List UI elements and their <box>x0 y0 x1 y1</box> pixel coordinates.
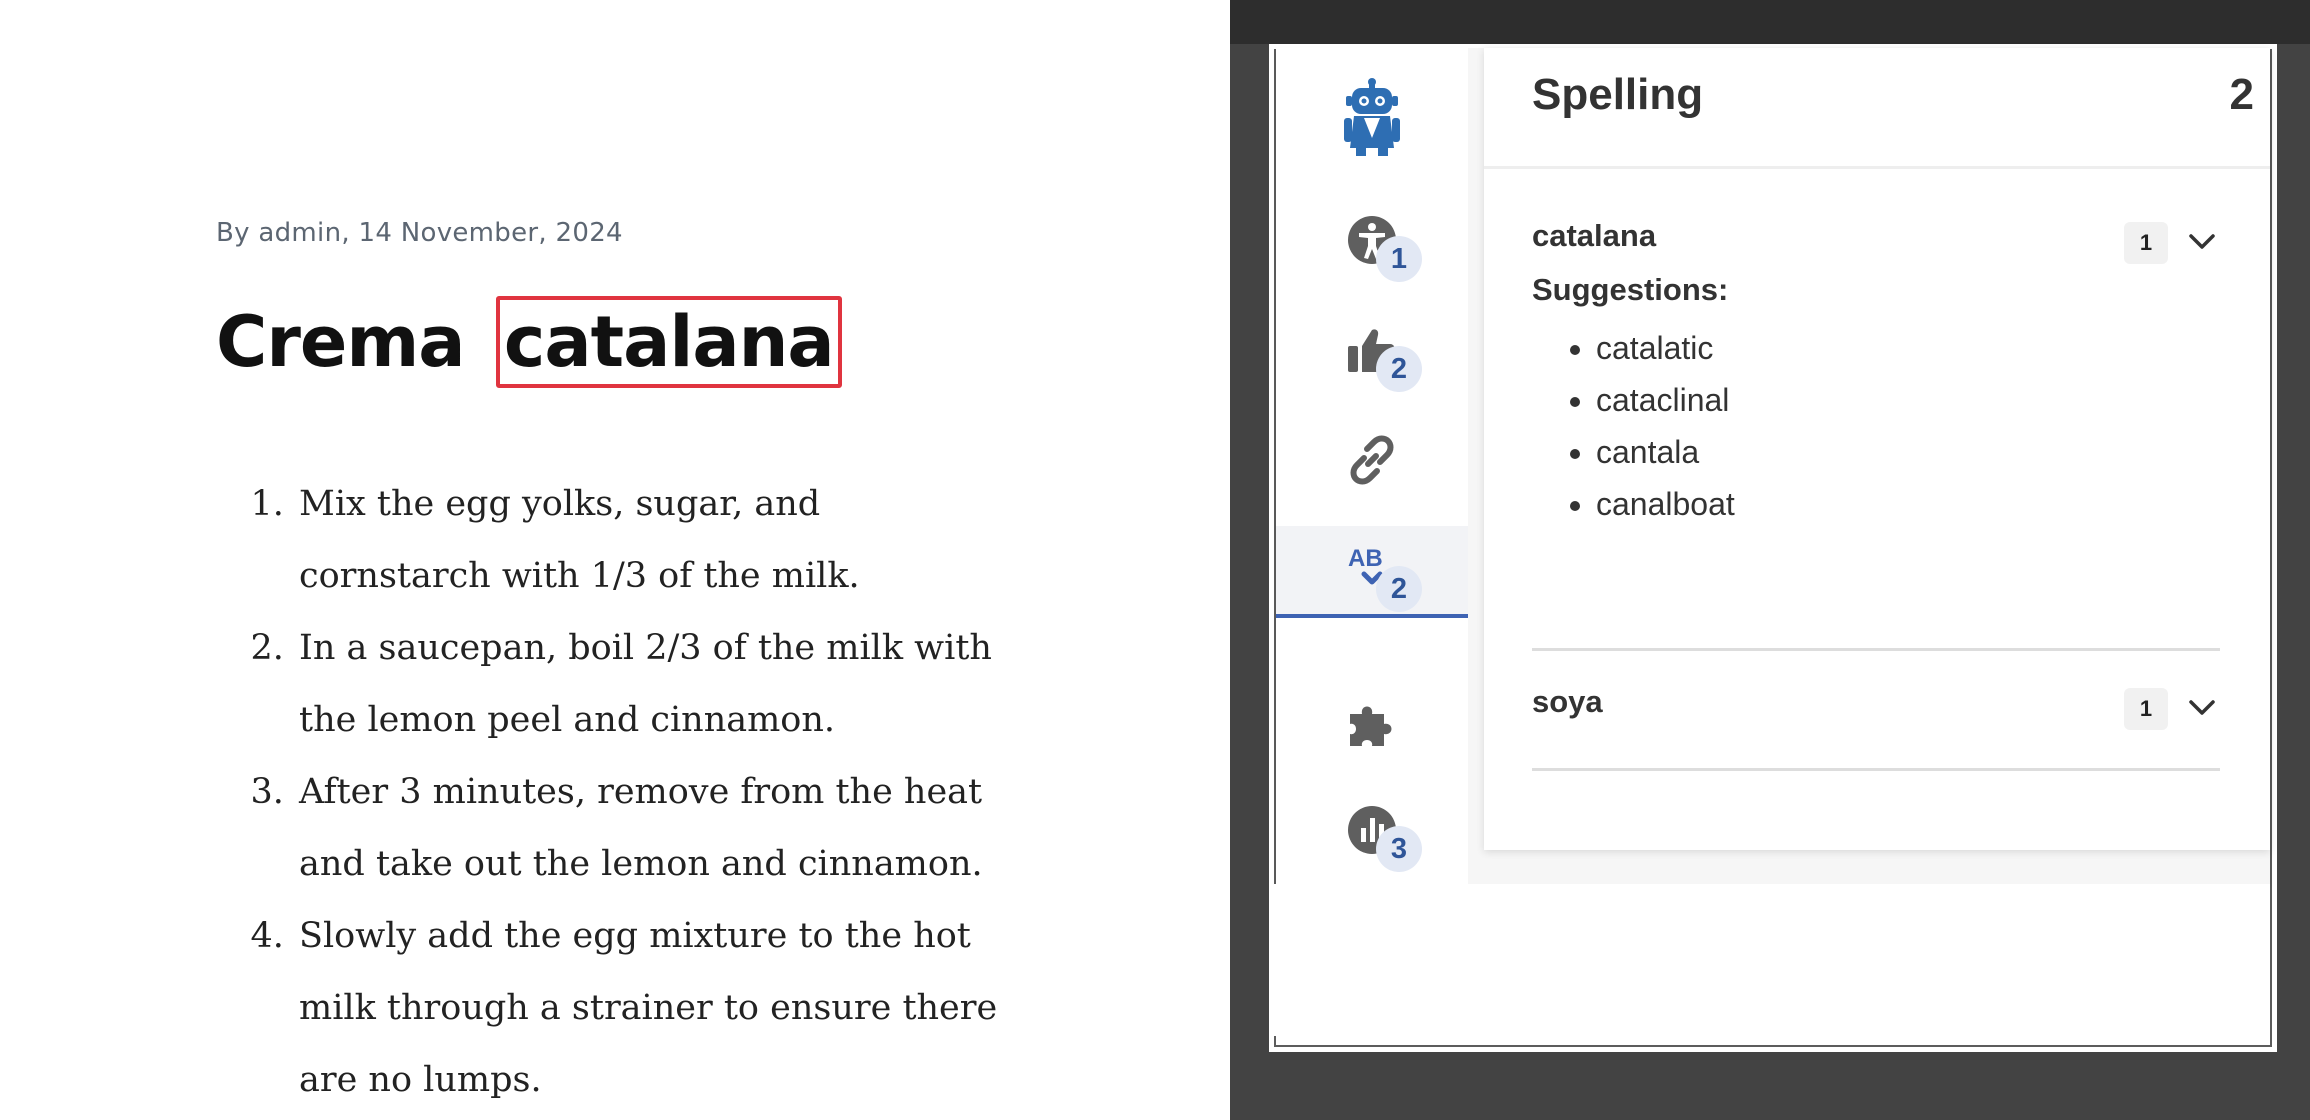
sidebar-item-logo[interactable] <box>1276 74 1468 166</box>
best-practices-badge: 2 <box>1376 346 1422 392</box>
svg-text:AB: AB <box>1348 545 1383 572</box>
panel-topbar <box>1230 0 2310 44</box>
chevron-down-icon[interactable] <box>2184 224 2220 260</box>
sidebar-item-best-practices[interactable]: 2 <box>1276 306 1468 398</box>
chevron-down-icon[interactable] <box>2184 690 2220 726</box>
recipe-step: Mix the egg yolks, sugar, and cornstarch… <box>295 468 1015 612</box>
title-text: Crema <box>216 301 466 383</box>
suggestions-label: Suggestions: <box>1532 272 1729 307</box>
issue-divider <box>1532 768 2220 771</box>
readability-badge: 3 <box>1376 826 1422 872</box>
checker-content: 1 2 AB 2 3 Spelling 2 catalana 1 Suggest… <box>1276 48 2270 884</box>
article: By admin, 14 November, 2024 Crema catala… <box>0 0 1230 1120</box>
spelling-panel: Spelling 2 catalana 1 Suggestions: catal… <box>1484 48 2270 850</box>
suggestion-item[interactable]: cantala <box>1596 426 1735 478</box>
recipe-step: In a saucepan, boil 2/3 of the milk with… <box>295 612 1015 756</box>
sidebar-item-spelling[interactable]: AB 2 <box>1276 526 1468 618</box>
panel-empty-area <box>1274 884 2270 1036</box>
spelling-badge: 2 <box>1376 566 1422 612</box>
suggestions-list: catalatic cataclinal cantala canalboat <box>1562 322 1735 530</box>
highlighted-misspelling[interactable]: catalana <box>495 296 842 388</box>
issue-count: 1 <box>2124 222 2168 264</box>
spelling-count: 2 <box>2229 70 2254 119</box>
suggestion-item[interactable]: catalatic <box>1596 322 1735 374</box>
sidebar-item-links[interactable] <box>1276 416 1468 508</box>
spelling-title: Spelling <box>1532 70 1704 119</box>
issue-divider <box>1532 648 2220 651</box>
robot-logo-icon <box>1342 77 1402 163</box>
recipe-step: Slowly add the egg mixture to the hot mi… <box>295 900 1015 1116</box>
article-byline: By admin, 14 November, 2024 <box>216 218 623 248</box>
sidebar-item-accessibility[interactable]: 1 <box>1276 196 1468 288</box>
article-title: Crema catalana <box>216 296 842 388</box>
suggestion-item[interactable]: canalboat <box>1596 478 1735 530</box>
link-icon <box>1346 434 1398 491</box>
accessibility-badge: 1 <box>1376 236 1422 282</box>
issue-word[interactable]: catalana <box>1532 218 1656 254</box>
puzzle-icon <box>1346 698 1398 755</box>
sidebar-item-plugins[interactable] <box>1276 680 1468 772</box>
checker-sidebar: 1 2 AB 2 3 <box>1276 48 1468 884</box>
recipe-step: After 3 minutes, remove from the heat an… <box>295 756 1015 900</box>
recipe-steps: Mix the egg yolks, sugar, and cornstarch… <box>295 468 1015 1116</box>
spelling-header: Spelling 2 <box>1484 48 2270 169</box>
issue-word[interactable]: soya <box>1532 684 1603 720</box>
sidebar-item-readability[interactable]: 3 <box>1276 786 1468 878</box>
suggestion-item[interactable]: cataclinal <box>1596 374 1735 426</box>
issue-count: 1 <box>2124 688 2168 730</box>
